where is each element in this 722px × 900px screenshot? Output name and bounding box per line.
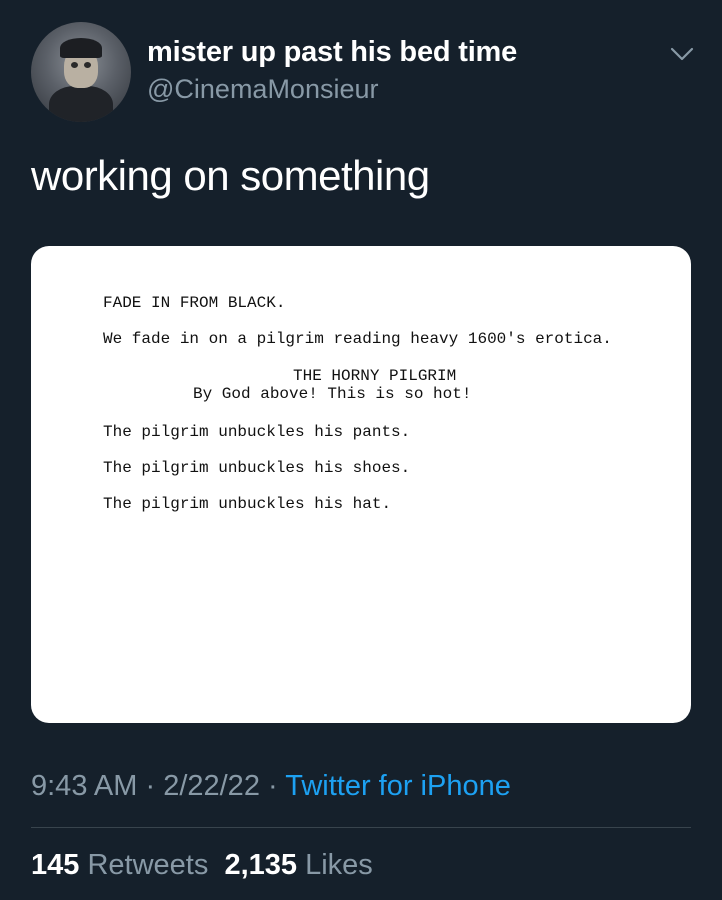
separator: ·	[137, 770, 164, 802]
tweet-source-link[interactable]: Twitter for iPhone	[285, 770, 511, 802]
retweets-label: Retweets	[87, 849, 209, 881]
screenplay-image[interactable]: FADE IN FROM BLACK. We fade in on a pilg…	[31, 246, 691, 723]
retweets-count: 145	[31, 849, 80, 881]
avatar-eye	[71, 62, 78, 68]
tweet-stats: 145 Retweets 2,135 Likes	[31, 849, 373, 882]
divider	[31, 827, 691, 828]
tweet-meta: 9:43 AM · 2/22/22 · Twitter for iPhone	[31, 770, 511, 803]
likes-stat[interactable]: 2,135 Likes	[224, 849, 372, 881]
screenplay-action-line: The pilgrim unbuckles his shoes.	[103, 459, 411, 477]
screenplay-dialogue: By God above! This is so hot!	[193, 385, 472, 403]
screenplay-action-line: The pilgrim unbuckles his pants.	[103, 423, 411, 441]
avatar-body	[49, 86, 113, 122]
chevron-down-icon[interactable]	[668, 40, 696, 68]
screenplay-transition: FADE IN FROM BLACK.	[103, 294, 286, 312]
retweets-stat[interactable]: 145 Retweets	[31, 849, 208, 881]
tweet-time[interactable]: 9:43 AM	[31, 770, 137, 802]
separator: ·	[259, 770, 286, 802]
likes-count: 2,135	[224, 849, 298, 881]
display-name[interactable]: mister up past his bed time	[147, 36, 517, 69]
avatar-eye	[84, 62, 91, 68]
avatar[interactable]	[31, 22, 131, 122]
screenplay-action-line: The pilgrim unbuckles his hat.	[103, 495, 392, 513]
avatar-cap	[60, 38, 102, 58]
screenplay-character: THE HORNY PILGRIM	[293, 367, 457, 385]
tweet-text: working on something	[31, 152, 430, 199]
likes-label: Likes	[305, 849, 373, 881]
screenplay-action: We fade in on a pilgrim reading heavy 16…	[103, 330, 612, 348]
tweet-date[interactable]: 2/22/22	[163, 770, 260, 802]
user-handle[interactable]: @CinemaMonsieur	[147, 74, 379, 105]
